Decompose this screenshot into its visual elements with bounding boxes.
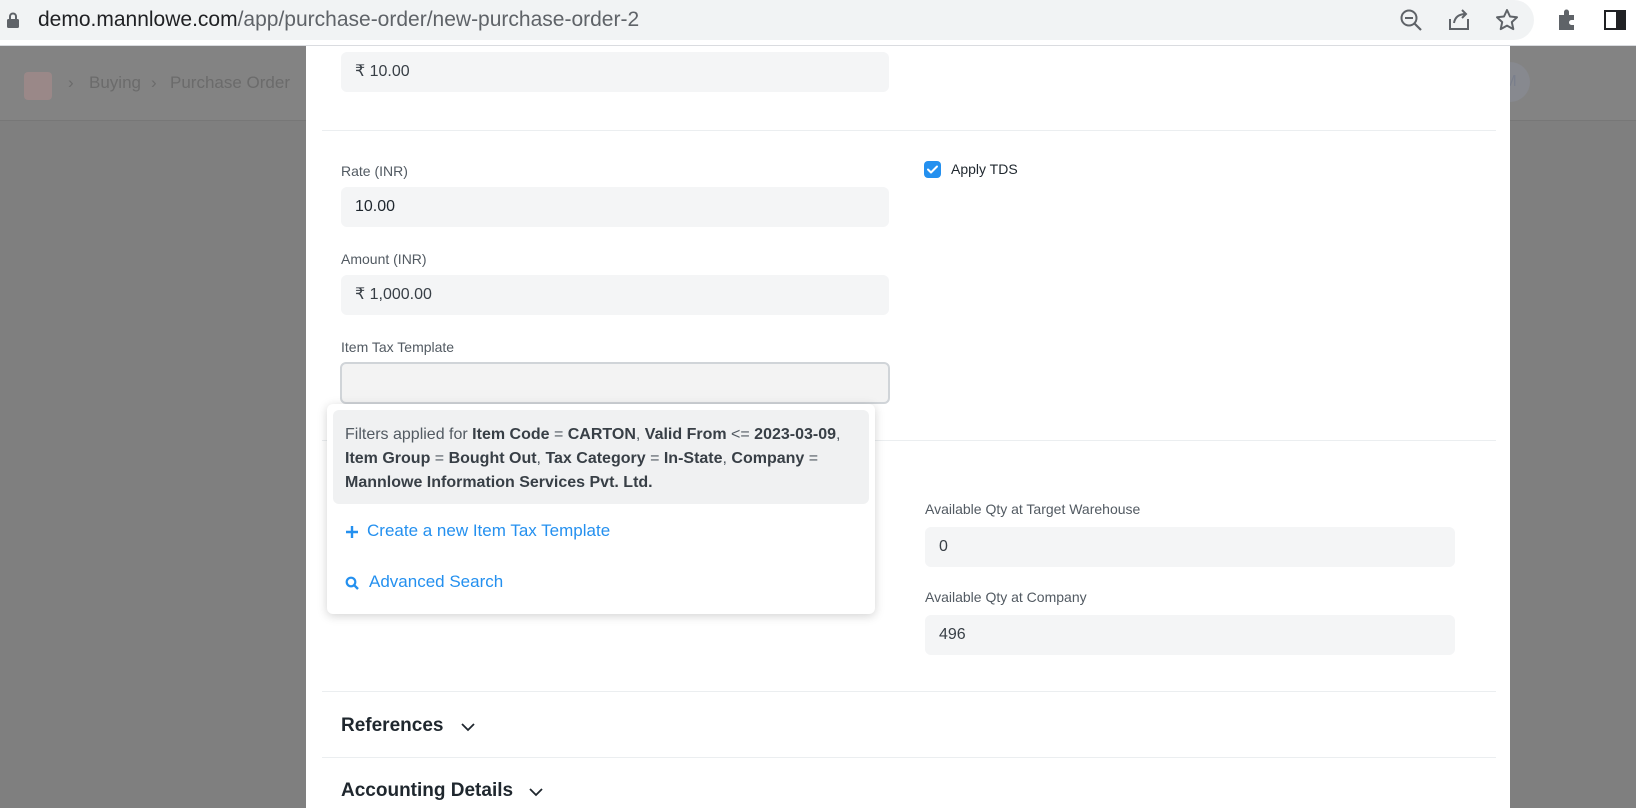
- filter-field: Valid From: [644, 426, 727, 443]
- accounting-details-title: Accounting Details: [341, 780, 514, 801]
- chevron-down-icon[interactable]: [528, 787, 544, 797]
- breadcrumb-separator: ›: [68, 73, 74, 92]
- edit-item-dialog: ₹ 10.00 Rate (INR) 10.00 Amount (INR) ₹ …: [306, 46, 1510, 808]
- filter-value: In-State: [663, 450, 723, 467]
- filter-field: Item Code: [472, 426, 550, 443]
- extensions-puzzle-icon[interactable]: [1554, 7, 1580, 33]
- filter-field: Item Group: [345, 450, 431, 467]
- apply-tds-checkbox[interactable]: [924, 161, 941, 178]
- rate-input[interactable]: 10.00: [341, 187, 889, 227]
- advanced-search-option[interactable]: Advanced Search: [369, 572, 503, 592]
- breadcrumb-purchase-order[interactable]: Purchase Order: [170, 73, 290, 93]
- rate-label: Rate (INR): [341, 163, 408, 179]
- filter-value: Bought Out: [448, 450, 537, 467]
- breadcrumb-separator: ›: [151, 73, 157, 92]
- filter-prefix: Filters applied for: [345, 426, 473, 443]
- search-icon[interactable]: [345, 576, 359, 590]
- section-divider: [322, 757, 1496, 758]
- item-tax-template-dropdown: Filters applied for Item Code = CARTON, …: [327, 404, 875, 614]
- available-qty-company-field: 496: [925, 615, 1455, 655]
- apply-tds-label: Apply TDS: [951, 161, 1018, 177]
- available-qty-target-field: 0: [925, 527, 1455, 567]
- browser-toolbar: demo.mannlowe.com/app/purchase-order/new…: [0, 0, 1636, 46]
- price-field: ₹ 10.00: [341, 52, 889, 92]
- section-divider: [322, 130, 1496, 131]
- url-text[interactable]: demo.mannlowe.com/app/purchase-order/new…: [38, 8, 639, 32]
- filter-field: Tax Category: [545, 450, 646, 467]
- filter-operator: =: [804, 450, 819, 467]
- item-tax-template-input[interactable]: [340, 362, 890, 404]
- checkmark-icon: [927, 165, 938, 174]
- zoom-out-icon[interactable]: [1398, 7, 1424, 33]
- available-qty-target-label: Available Qty at Target Warehouse: [925, 501, 1141, 517]
- section-divider: [322, 691, 1496, 692]
- accounting-details-section-header[interactable]: Accounting Details: [341, 780, 513, 802]
- filter-operator: <=: [726, 426, 755, 443]
- amount-label: Amount (INR): [341, 251, 427, 267]
- amount-field: ₹ 1,000.00: [341, 275, 889, 315]
- filter-operator: =: [430, 450, 449, 467]
- chevron-down-icon[interactable]: [460, 722, 476, 732]
- bookmark-star-icon[interactable]: [1494, 7, 1520, 33]
- create-item-tax-template-option[interactable]: Create a new Item Tax Template: [367, 521, 610, 541]
- url-path: /app/purchase-order/new-purchase-order-2: [237, 8, 640, 31]
- item-tax-template-label: Item Tax Template: [341, 339, 455, 355]
- filter-value: 2023-03-09: [754, 426, 837, 443]
- address-bar[interactable]: demo.mannlowe.com/app/purchase-order/new…: [0, 0, 1534, 40]
- filter-operator: =: [645, 450, 664, 467]
- filter-operator: =: [549, 426, 568, 443]
- url-domain: demo.mannlowe.com: [38, 8, 238, 31]
- references-title: References: [341, 715, 444, 736]
- filter-field: Company: [731, 450, 805, 467]
- company-logo[interactable]: [24, 72, 52, 100]
- available-qty-company-label: Available Qty at Company: [925, 589, 1087, 605]
- breadcrumb-buying[interactable]: Buying: [89, 73, 141, 93]
- plus-icon[interactable]: [345, 525, 359, 539]
- lock-icon: [7, 12, 19, 28]
- share-icon[interactable]: [1446, 7, 1472, 33]
- filter-value: CARTON: [567, 426, 636, 443]
- filters-applied-note: Filters applied for Item Code = CARTON, …: [333, 410, 869, 504]
- references-section-header[interactable]: References: [341, 715, 443, 737]
- side-panel-icon[interactable]: [1602, 7, 1628, 33]
- filter-value: Mannlowe Information Services Pvt. Ltd.: [345, 474, 653, 491]
